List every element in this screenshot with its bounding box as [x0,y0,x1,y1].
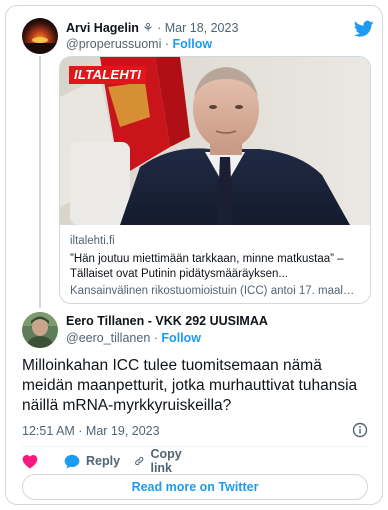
link-icon [135,456,144,466]
author-name[interactable]: Arvi Hagelin [66,21,139,35]
separator-dot: · [164,37,170,51]
author-emoji: ⚘ [142,21,154,35]
handle-line: @properussuomi · Follow [66,37,212,51]
avatar[interactable] [22,312,58,348]
reply-label: Reply [86,454,121,468]
author-name[interactable]: Eero Tillanen - VKK 292 UUSIMAA [66,314,268,328]
copy-link-label: Copy link [150,447,182,475]
like-button[interactable] [22,451,44,471]
author-handle[interactable]: @eero_tillanen [66,331,150,345]
separator-dot: · [153,331,158,345]
reply-button[interactable]: Reply [64,451,120,471]
reply-tweet-header: Eero Tillanen - VKK 292 UUSIMAA @eero_ti… [22,312,374,352]
iltalehti-logo: ILTALEHTI [69,66,147,84]
follow-button[interactable]: Follow [173,37,213,51]
author-line: Eero Tillanen - VKK 292 UUSIMAA [66,314,268,328]
link-domain: iltalehti.fi [70,235,115,247]
twitter-bird-icon[interactable] [353,20,374,38]
tweet-date[interactable]: · Mar 18, 2023 [157,21,238,35]
parent-tweet-header: Arvi Hagelin ⚘ · Mar 18, 2023 @properuss… [22,18,374,58]
speech-bubble-icon [64,454,80,468]
divider [22,446,368,447]
author-handle[interactable]: @properussuomi [66,37,161,51]
link-title: ”Hän joutuu miettimään tarkkaan, minne m… [70,253,344,280]
thread-connector-line [39,56,41,308]
read-more-button[interactable]: Read more on Twitter [22,474,368,500]
embedded-tweet-card: Arvi Hagelin ⚘ · Mar 18, 2023 @properuss… [5,5,383,505]
tweet-timestamp[interactable]: 12:51 AM · Mar 19, 2023 [22,424,160,438]
link-preview-card[interactable]: ILTALEHTI iltalehti.fi ”Hän joutuu miett… [59,56,371,304]
avatar[interactable] [22,18,58,54]
author-line: Arvi Hagelin ⚘ · Mar 18, 2023 [66,20,238,35]
handle-line: @eero_tillanen · Follow [66,331,201,345]
link-description: Kansainvälinen rikostuomioistuin (ICC) a… [70,285,355,297]
tweet-text: Milloinkahan ICC tulee tuomitsemaan nämä… [22,357,358,414]
heart-icon [22,454,38,469]
copy-link-button[interactable]: Copy link [134,447,187,475]
link-preview-image[interactable]: ILTALEHTI [60,57,370,225]
info-icon[interactable] [352,422,368,438]
follow-button[interactable]: Follow [161,331,201,345]
